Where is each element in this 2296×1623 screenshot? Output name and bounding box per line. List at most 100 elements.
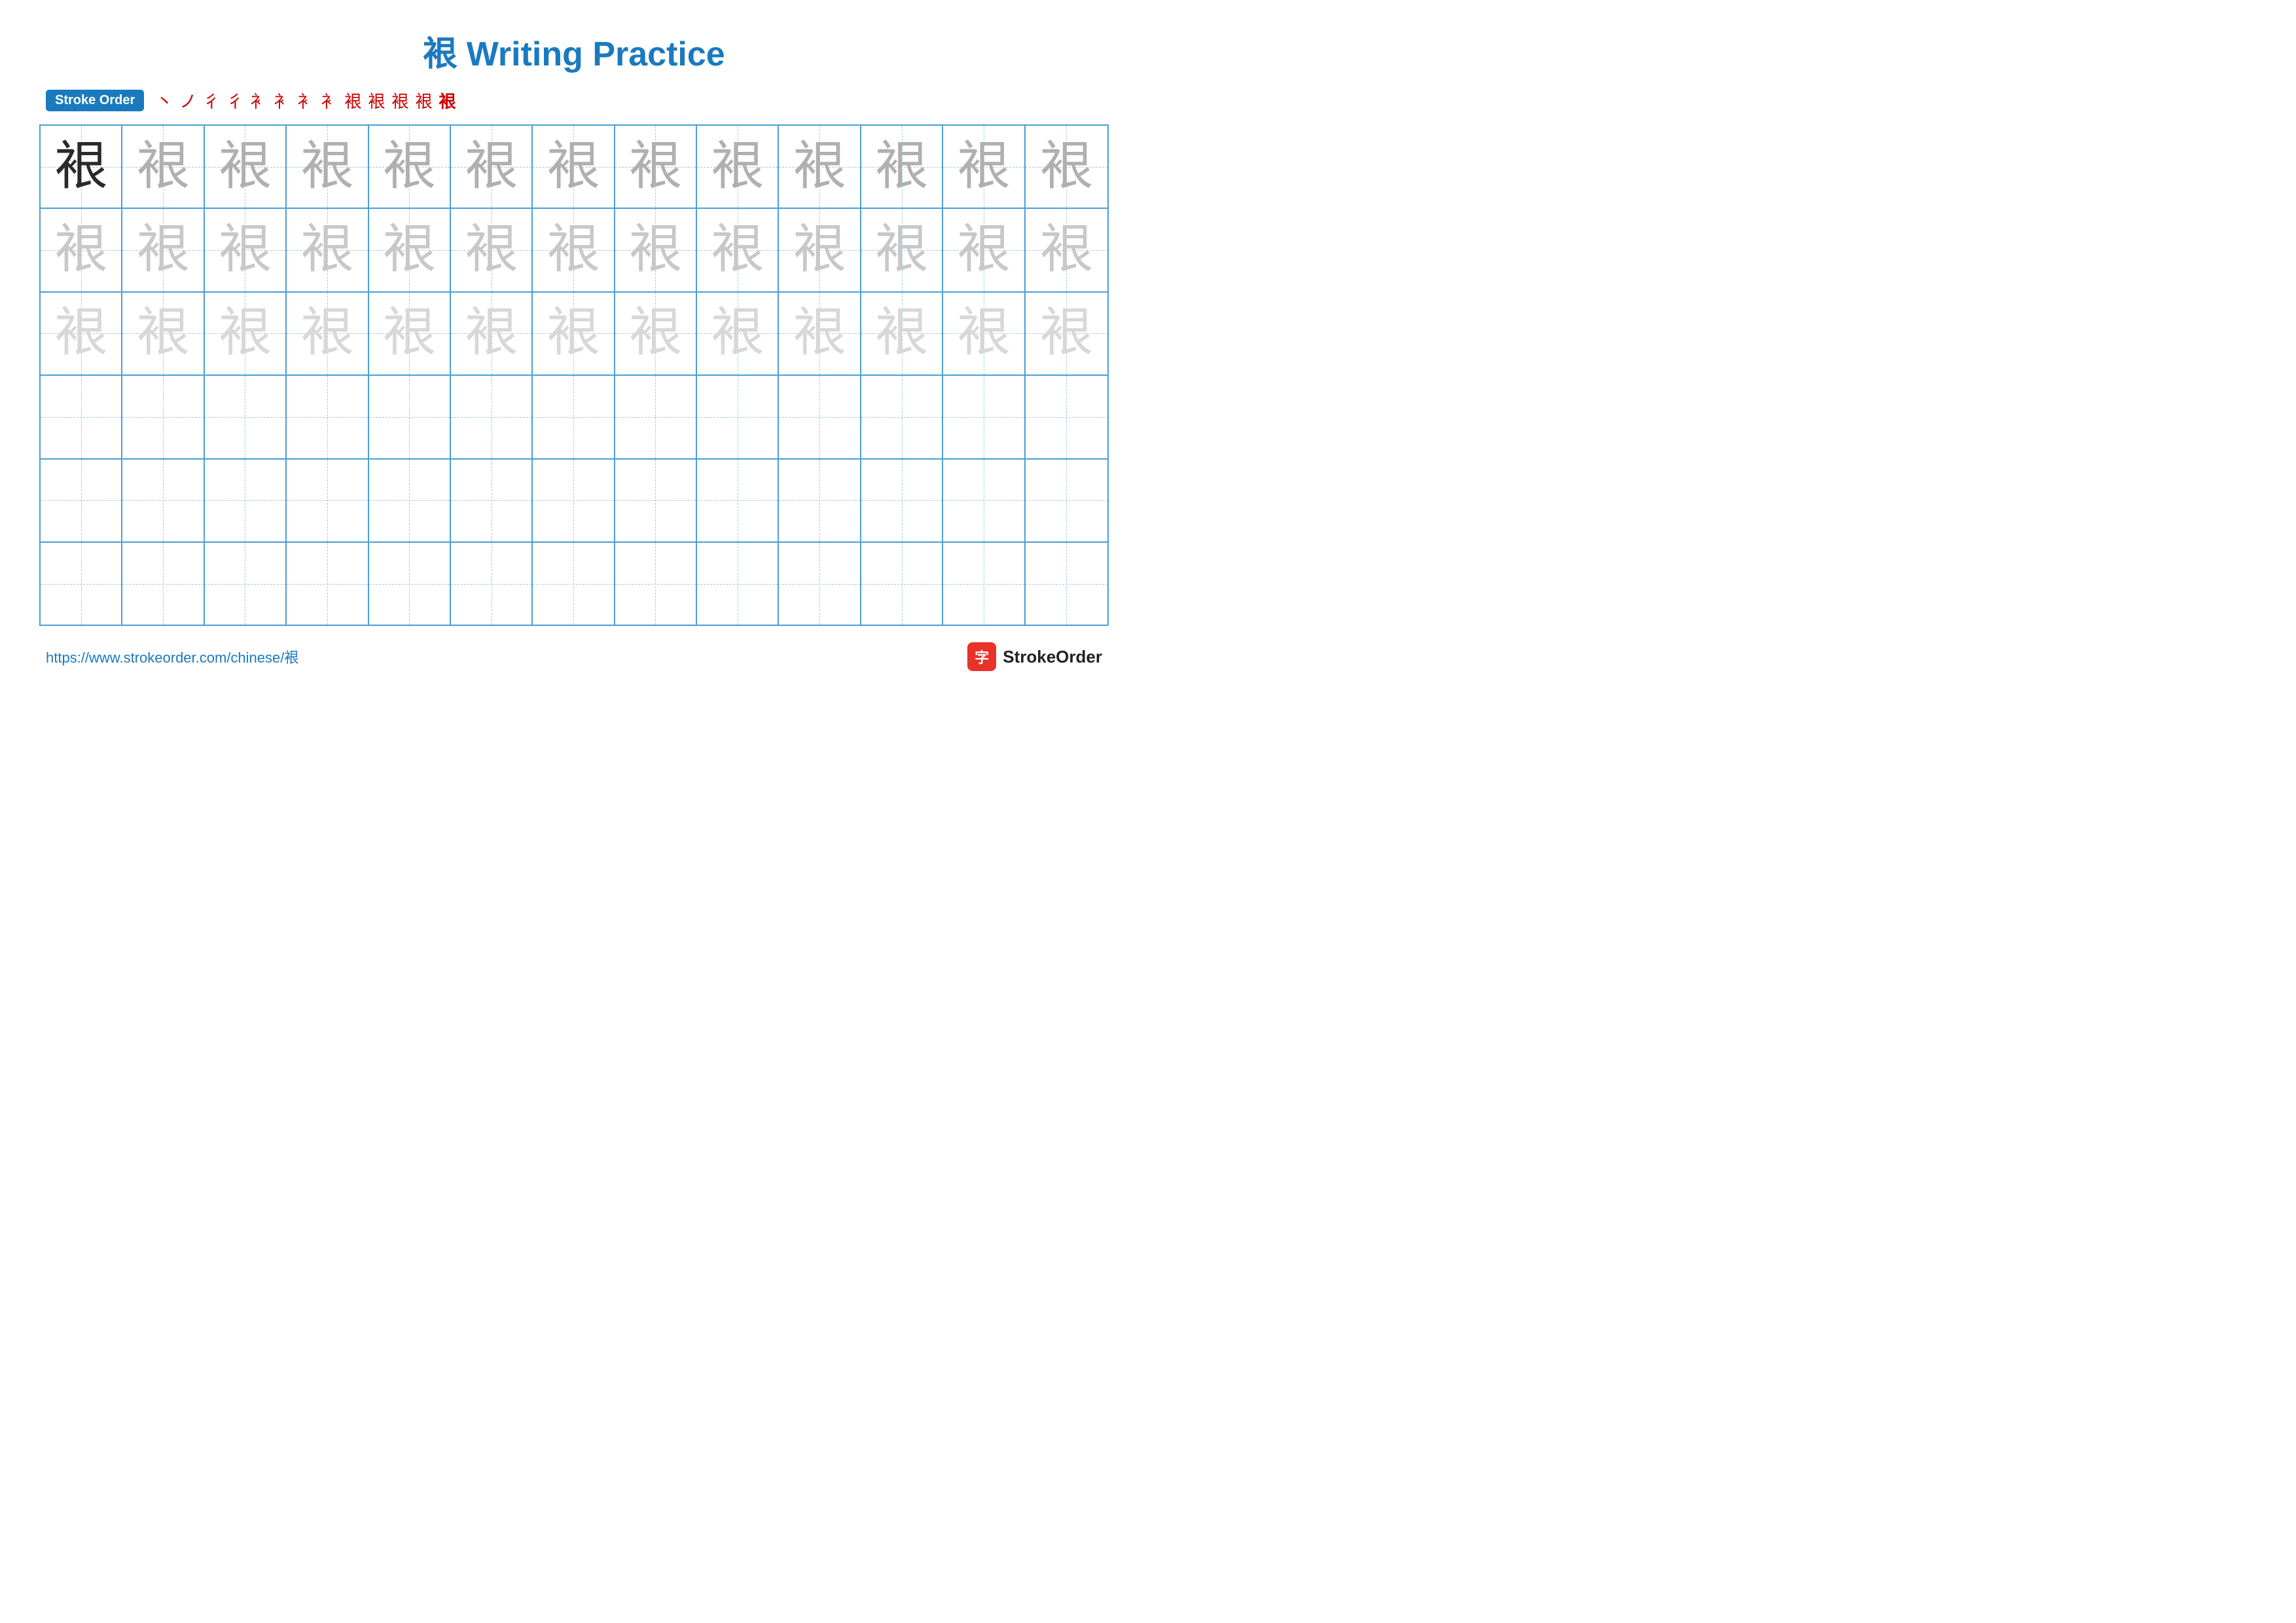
cell-3-1[interactable]: 裉: [41, 293, 122, 374]
stroke-9: 裉: [344, 88, 361, 113]
stroke-10: 裉: [368, 88, 385, 113]
cell-2-12[interactable]: 裉: [943, 209, 1025, 291]
cell-5-9[interactable]: [697, 460, 779, 541]
cell-1-5[interactable]: 裉: [369, 126, 451, 208]
cell-2-1[interactable]: 裉: [41, 209, 122, 291]
cell-4-4[interactable]: [287, 376, 368, 458]
cell-5-11[interactable]: [861, 460, 943, 541]
cell-1-12[interactable]: 裉: [943, 126, 1025, 208]
cell-5-13[interactable]: [1026, 460, 1107, 541]
cell-1-4[interactable]: 裉: [287, 126, 368, 208]
stroke-5: 衤: [250, 88, 267, 113]
cell-1-6[interactable]: 裉: [451, 126, 533, 208]
cell-3-11[interactable]: 裉: [861, 293, 943, 374]
cell-2-11[interactable]: 裉: [861, 209, 943, 291]
grid-row-3: 裉 裉 裉 裉 裉 裉 裉 裉 裉 裉 裉 裉 裉: [41, 293, 1107, 376]
cell-2-9[interactable]: 裉: [697, 209, 779, 291]
cell-1-13[interactable]: 裉: [1026, 126, 1107, 208]
cell-6-11[interactable]: [861, 543, 943, 625]
cell-5-7[interactable]: [533, 460, 615, 541]
cell-6-12[interactable]: [943, 543, 1025, 625]
writing-grid: 裉 裉 裉 裉 裉 裉 裉 裉 裉 裉 裉 裉 裉 裉 裉 裉 裉 裉 裉 裉 …: [39, 124, 1109, 626]
page: 裉 Writing Practice Stroke Order 丶 ノ 彳 彳 …: [0, 0, 1148, 812]
cell-4-13[interactable]: [1026, 376, 1107, 458]
cell-1-2[interactable]: 裉: [122, 126, 204, 208]
cell-4-5[interactable]: [369, 376, 451, 458]
cell-3-2[interactable]: 裉: [122, 293, 204, 374]
cell-1-3[interactable]: 裉: [205, 126, 287, 208]
cell-1-1[interactable]: 裉: [41, 126, 122, 208]
cell-6-9[interactable]: [697, 543, 779, 625]
stroke-8: 衤: [321, 88, 338, 113]
cell-3-9[interactable]: 裉: [697, 293, 779, 374]
cell-5-8[interactable]: [615, 460, 697, 541]
cell-6-2[interactable]: [122, 543, 204, 625]
stroke-chars-container: 丶 ノ 彳 彳 衤 衤 衤 衤 裉 裉 裉 裉 裉: [156, 88, 456, 113]
logo-icon: 字: [967, 642, 996, 671]
cell-4-9[interactable]: [697, 376, 779, 458]
cell-5-1[interactable]: [41, 460, 122, 541]
cell-6-13[interactable]: [1026, 543, 1107, 625]
stroke-order-row: Stroke Order 丶 ノ 彳 彳 衤 衤 衤 衤 裉 裉 裉 裉 裉: [39, 88, 1109, 113]
cell-1-10[interactable]: 裉: [779, 126, 861, 208]
cell-5-10[interactable]: [779, 460, 861, 541]
stroke-order-badge[interactable]: Stroke Order: [46, 90, 144, 111]
cell-5-2[interactable]: [122, 460, 204, 541]
cell-4-3[interactable]: [205, 376, 287, 458]
cell-3-5[interactable]: 裉: [369, 293, 451, 374]
cell-4-10[interactable]: [779, 376, 861, 458]
cell-6-4[interactable]: [287, 543, 368, 625]
cell-6-1[interactable]: [41, 543, 122, 625]
cell-4-7[interactable]: [533, 376, 615, 458]
cell-6-8[interactable]: [615, 543, 697, 625]
cell-5-4[interactable]: [287, 460, 368, 541]
cell-3-8[interactable]: 裉: [615, 293, 697, 374]
cell-6-3[interactable]: [205, 543, 287, 625]
cell-2-8[interactable]: 裉: [615, 209, 697, 291]
stroke-4: 彳: [226, 88, 243, 113]
cell-5-12[interactable]: [943, 460, 1025, 541]
cell-3-4[interactable]: 裉: [287, 293, 368, 374]
cell-4-2[interactable]: [122, 376, 204, 458]
grid-row-4: [41, 376, 1107, 459]
cell-1-9[interactable]: 裉: [697, 126, 779, 208]
cell-1-7[interactable]: 裉: [533, 126, 615, 208]
cell-6-5[interactable]: [369, 543, 451, 625]
cell-2-5[interactable]: 裉: [369, 209, 451, 291]
cell-2-4[interactable]: 裉: [287, 209, 368, 291]
cell-4-6[interactable]: [451, 376, 533, 458]
cell-2-10[interactable]: 裉: [779, 209, 861, 291]
grid-row-1: 裉 裉 裉 裉 裉 裉 裉 裉 裉 裉 裉 裉 裉: [41, 126, 1107, 209]
cell-5-5[interactable]: [369, 460, 451, 541]
cell-2-6[interactable]: 裉: [451, 209, 533, 291]
cell-6-6[interactable]: [451, 543, 533, 625]
cell-2-7[interactable]: 裉: [533, 209, 615, 291]
cell-6-10[interactable]: [779, 543, 861, 625]
cell-3-7[interactable]: 裉: [533, 293, 615, 374]
cell-5-3[interactable]: [205, 460, 287, 541]
cell-6-7[interactable]: [533, 543, 615, 625]
stroke-12: 裉: [415, 88, 432, 113]
cell-2-2[interactable]: 裉: [122, 209, 204, 291]
cell-3-3[interactable]: 裉: [205, 293, 287, 374]
cell-5-6[interactable]: [451, 460, 533, 541]
cell-3-12[interactable]: 裉: [943, 293, 1025, 374]
cell-2-13[interactable]: 裉: [1026, 209, 1107, 291]
cell-3-6[interactable]: 裉: [451, 293, 533, 374]
cell-3-13[interactable]: 裉: [1026, 293, 1107, 374]
cell-4-12[interactable]: [943, 376, 1025, 458]
grid-row-2: 裉 裉 裉 裉 裉 裉 裉 裉 裉 裉 裉 裉 裉: [41, 209, 1107, 292]
cell-4-11[interactable]: [861, 376, 943, 458]
stroke-3: 彳: [203, 88, 220, 113]
grid-row-5: [41, 460, 1107, 543]
cell-3-10[interactable]: 裉: [779, 293, 861, 374]
cell-1-11[interactable]: 裉: [861, 126, 943, 208]
cell-2-3[interactable]: 裉: [205, 209, 287, 291]
cell-4-8[interactable]: [615, 376, 697, 458]
stroke-7: 衤: [297, 88, 314, 113]
stroke-2: ノ: [179, 88, 196, 113]
title-section: 裉 Writing Practice: [39, 26, 1109, 75]
cell-4-1[interactable]: [41, 376, 122, 458]
cell-1-8[interactable]: 裉: [615, 126, 697, 208]
footer-url[interactable]: https://www.strokeorder.com/chinese/裉: [46, 646, 298, 667]
